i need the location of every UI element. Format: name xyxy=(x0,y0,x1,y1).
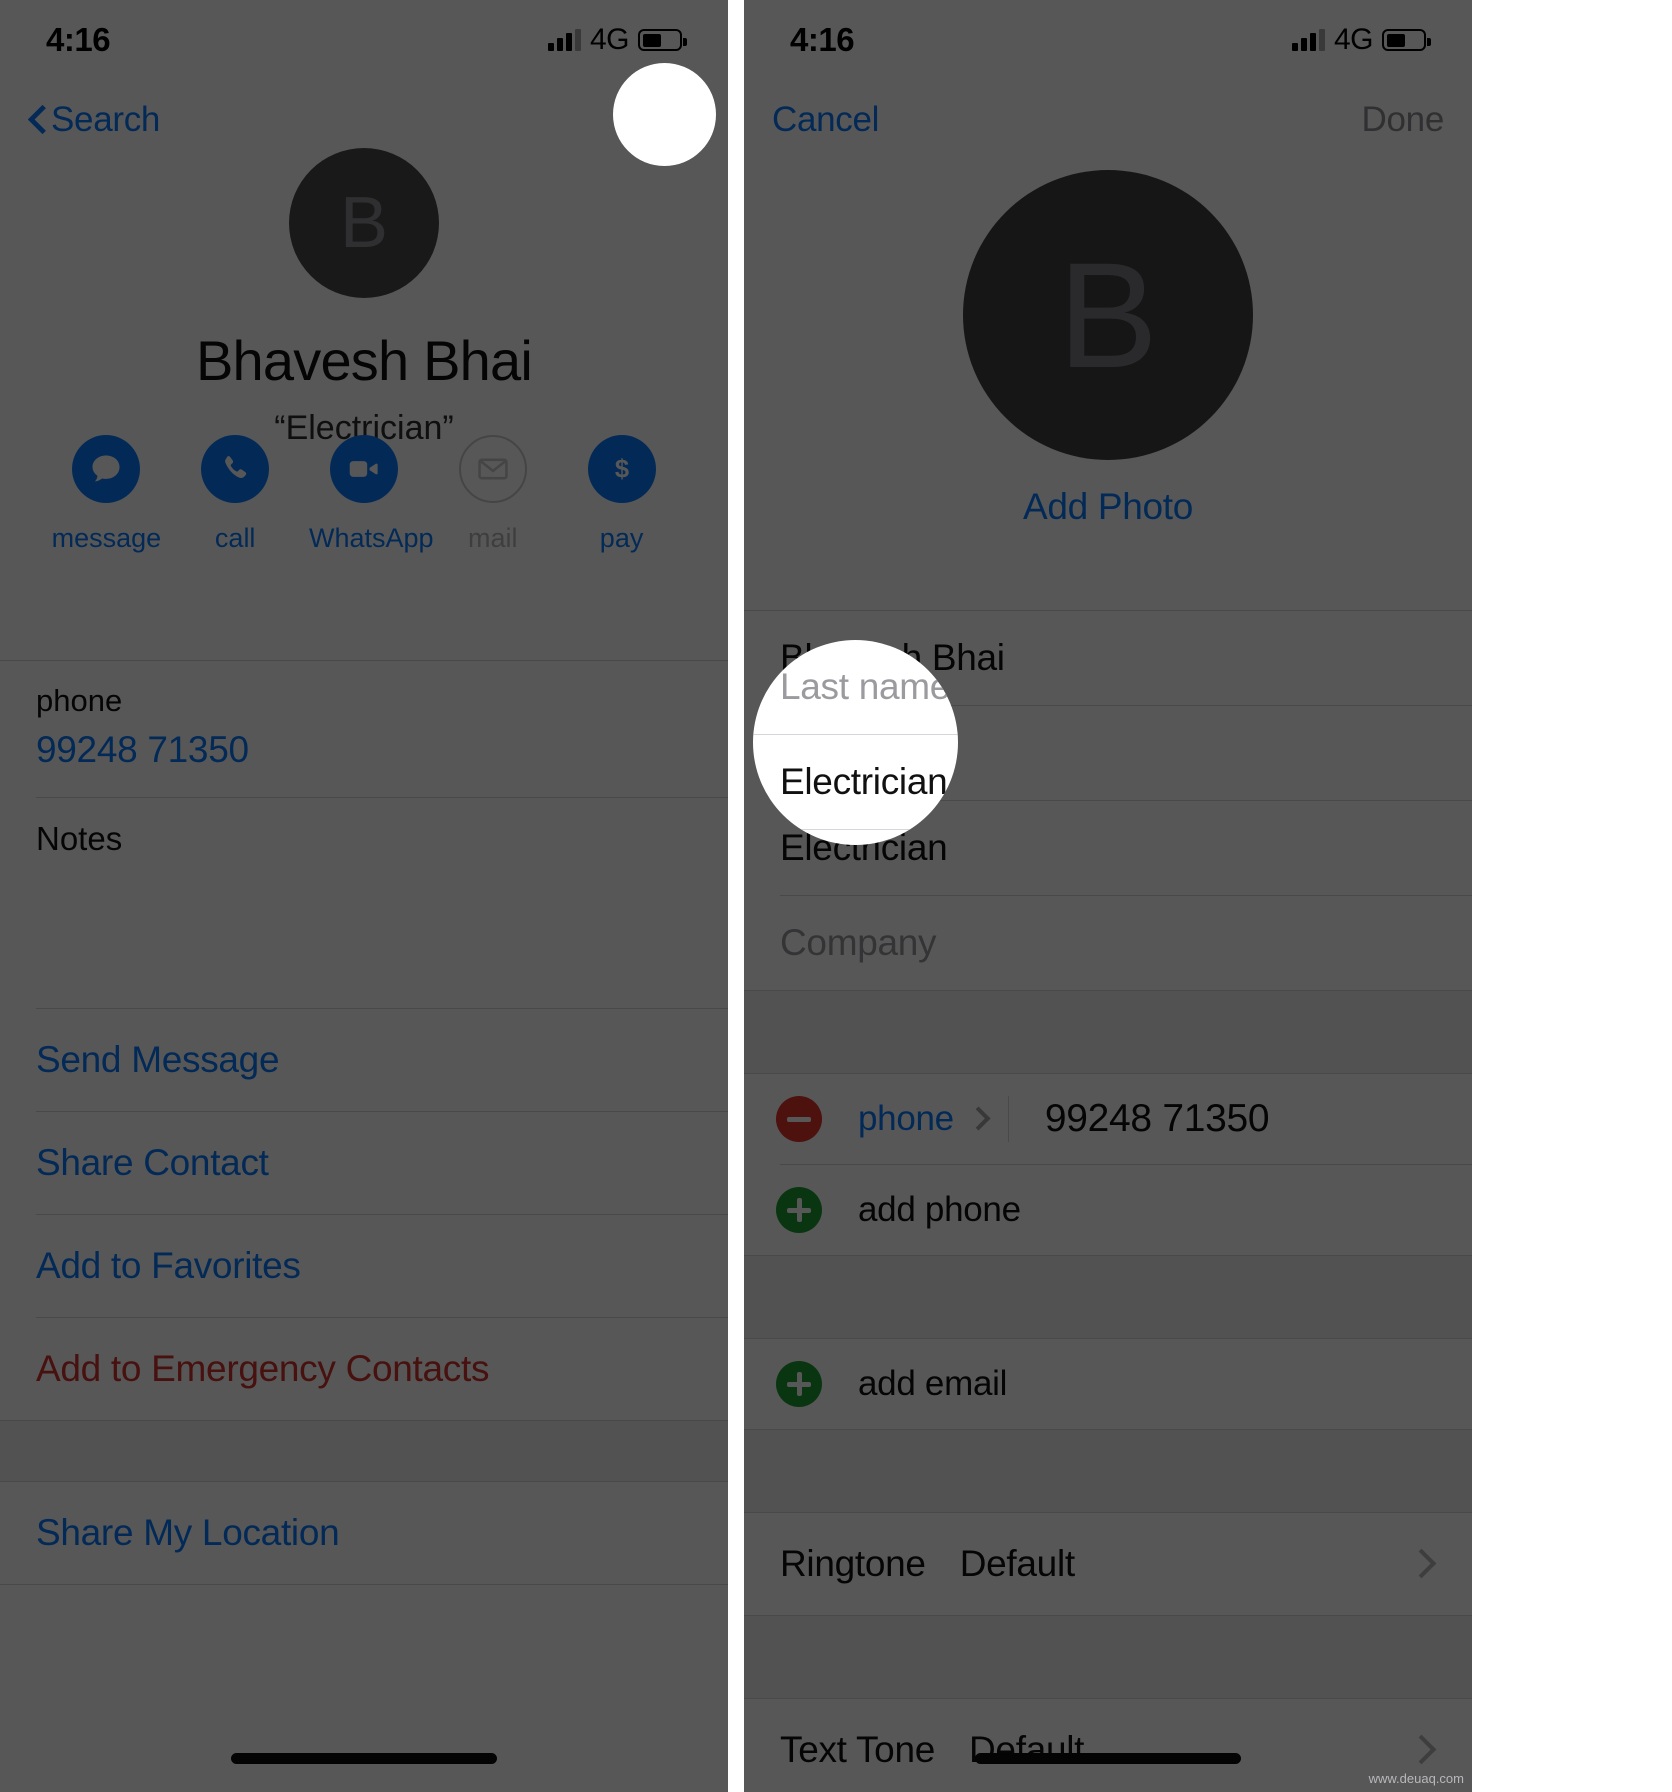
list-group-gap xyxy=(744,991,1472,1073)
signal-bars-icon xyxy=(547,29,581,51)
contact-edit-screen: 4:16 4G Cancel Done B Add Photo Bhai Ele… xyxy=(744,0,1472,1792)
list-group-gap xyxy=(744,1430,1472,1512)
signal-bars-icon xyxy=(1291,29,1325,51)
message-bubble-icon xyxy=(72,435,141,503)
edit-avatar-block: B Add Photo xyxy=(744,170,1472,528)
avatar[interactable]: B xyxy=(963,170,1253,460)
divider xyxy=(0,1584,728,1585)
home-indicator xyxy=(975,1753,1241,1764)
company-field-highlighted[interactable]: Company xyxy=(753,830,958,845)
panel-separator xyxy=(728,0,744,1792)
phone-row[interactable]: phone 99248 71350 xyxy=(0,661,728,797)
action-whatsapp[interactable]: WhatsApp xyxy=(308,435,434,554)
chevron-right-icon xyxy=(1420,1550,1436,1578)
contact-header: B Bhavesh Bhai “Electrician” xyxy=(0,148,728,448)
phone-label: phone xyxy=(36,683,123,718)
add-photo-button[interactable]: Add Photo xyxy=(744,486,1472,528)
share-contact-button[interactable]: Share Contact xyxy=(0,1112,728,1214)
video-camera-icon xyxy=(329,435,398,503)
edit-button-highlight[interactable]: Edit xyxy=(613,63,716,166)
nickname-field-highlight[interactable]: Last name Electrician Company xyxy=(753,640,958,845)
notes-label: Notes xyxy=(36,820,123,857)
text-tone-row[interactable]: Text Tone Default xyxy=(744,1699,1472,1792)
action-call[interactable]: call xyxy=(180,435,290,554)
share-my-location-button[interactable]: Share My Location xyxy=(0,1482,728,1584)
add-to-favorites-button[interactable]: Add to Favorites xyxy=(0,1215,728,1317)
envelope-icon xyxy=(458,435,527,503)
status-indicators: 4G xyxy=(547,23,687,57)
action-whatsapp-label: WhatsApp xyxy=(308,523,434,553)
last-name-field-highlighted[interactable]: Last name xyxy=(753,640,958,734)
list-group-gap xyxy=(744,1616,1472,1698)
status-bar: 4:16 4G xyxy=(744,0,1472,80)
battery-icon xyxy=(1382,29,1431,51)
add-email-label: add email xyxy=(858,1364,1008,1403)
back-button[interactable]: Search xyxy=(28,100,160,140)
dollar-icon: $ xyxy=(587,435,656,503)
quick-actions-row: message call WhatsApp mail $ pay xyxy=(0,435,728,554)
add-phone-label: add phone xyxy=(858,1190,1021,1229)
plus-circle-icon[interactable] xyxy=(776,1187,822,1233)
ringtone-label: Ringtone xyxy=(780,1543,926,1584)
phone-type-label[interactable]: phone xyxy=(858,1099,954,1139)
status-time: 4:16 xyxy=(790,21,855,58)
action-message-label: message xyxy=(51,523,162,553)
phone-number-value[interactable]: 99248 71350 xyxy=(1045,1097,1270,1141)
action-pay-label: pay xyxy=(599,523,644,553)
company-field[interactable]: Company xyxy=(744,896,1472,990)
add-phone-row[interactable]: add phone xyxy=(744,1165,1472,1255)
network-type-label: 4G xyxy=(589,23,630,56)
contact-detail-screen: 4:16 4G Search Edit B Bhavesh Bhai xyxy=(0,0,728,1792)
action-mail-label: mail xyxy=(468,523,518,553)
ringtone-value: Default xyxy=(959,1543,1075,1584)
network-type-label: 4G xyxy=(1333,23,1374,56)
add-email-row[interactable]: add email xyxy=(744,1339,1472,1429)
phone-edit-row[interactable]: phone 99248 71350 xyxy=(744,1074,1472,1164)
navigation-bar: Cancel Done xyxy=(744,80,1472,160)
phone-value[interactable]: 99248 71350 xyxy=(36,729,692,771)
cancel-button[interactable]: Cancel xyxy=(772,100,879,140)
done-button[interactable]: Done xyxy=(1362,100,1445,140)
action-call-label: call xyxy=(214,523,256,553)
ringtone-row[interactable]: Ringtone Default xyxy=(744,1513,1472,1615)
send-message-button[interactable]: Send Message xyxy=(0,1009,728,1111)
action-pay[interactable]: $ pay xyxy=(567,435,677,554)
back-button-label: Search xyxy=(51,100,161,139)
notes-row[interactable]: Notes xyxy=(0,798,728,1008)
avatar: B xyxy=(289,148,439,298)
plus-circle-icon[interactable] xyxy=(776,1361,822,1407)
action-message[interactable]: message xyxy=(51,435,161,554)
left-phone-panel: 4:16 4G Search Edit B Bhavesh Bhai xyxy=(0,0,728,1792)
chevron-right-icon xyxy=(1420,1736,1436,1764)
svg-text:$: $ xyxy=(614,456,628,484)
contact-name: Bhavesh Bhai xyxy=(196,329,533,392)
action-mail: mail xyxy=(438,435,548,554)
contact-info-list: phone 99248 71350 Notes Send Message Sha… xyxy=(0,660,728,1585)
field-divider xyxy=(1007,1096,1009,1142)
list-group-gap xyxy=(0,1421,728,1481)
text-tone-label: Text Tone xyxy=(780,1729,936,1770)
text-tone-value: Default xyxy=(969,1729,1085,1770)
right-phone-panel: 4:16 4G Cancel Done B Add Photo Bhai Ele… xyxy=(744,0,1472,1792)
watermark: www.deuaq.com xyxy=(1368,1771,1464,1786)
add-to-emergency-contacts-button[interactable]: Add to Emergency Contacts xyxy=(0,1318,728,1420)
list-group-gap xyxy=(744,1256,1472,1338)
screenshot-stage: 4:16 4G Search Edit B Bhavesh Bhai xyxy=(0,0,1672,1792)
status-indicators: 4G xyxy=(1291,23,1431,57)
chevron-right-icon xyxy=(970,1108,982,1130)
phone-icon xyxy=(201,435,270,503)
status-time: 4:16 xyxy=(46,21,111,58)
minus-circle-icon[interactable] xyxy=(776,1096,822,1142)
home-indicator xyxy=(231,1753,497,1764)
nickname-highlight-content: Last name Electrician Company xyxy=(753,640,958,845)
nickname-field-highlighted[interactable]: Electrician xyxy=(753,735,958,829)
battery-icon xyxy=(638,29,687,51)
chevron-left-icon xyxy=(28,105,45,135)
